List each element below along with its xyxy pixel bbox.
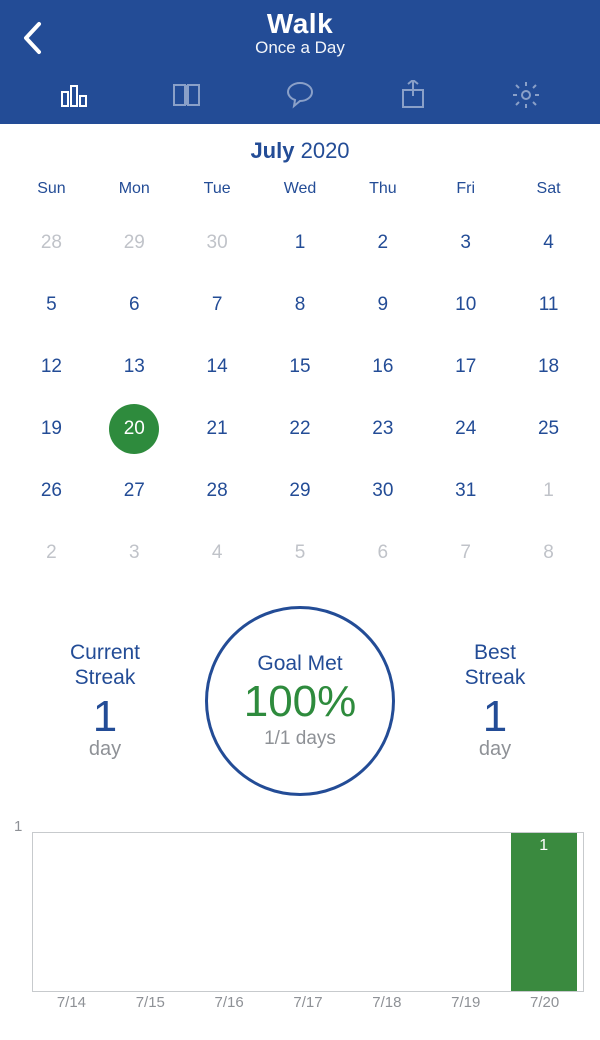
calendar-day[interactable]: 7 xyxy=(176,274,259,336)
speech-bubble-icon xyxy=(284,80,316,110)
calendar-day[interactable]: 7 xyxy=(424,522,507,584)
calendar-day[interactable]: 26 xyxy=(10,460,93,522)
calendar-day[interactable]: 2 xyxy=(341,212,424,274)
calendar-day[interactable]: 10 xyxy=(424,274,507,336)
calendar-day[interactable]: 2 xyxy=(10,522,93,584)
calendar-day[interactable]: 29 xyxy=(93,212,176,274)
best-streak-value: 1 xyxy=(420,692,570,742)
calendar-day[interactable]: 25 xyxy=(507,398,590,460)
calendar-year: 2020 xyxy=(301,138,350,163)
calendar-day[interactable]: 28 xyxy=(176,460,259,522)
chart-x-label: 7/16 xyxy=(190,994,269,1016)
calendar-day[interactable]: 15 xyxy=(259,336,342,398)
goal-met-circle: Goal Met 100% 1/1 days xyxy=(205,606,395,796)
page-subtitle: Once a Day xyxy=(0,38,600,58)
current-streak-label-2: Streak xyxy=(30,666,180,690)
calendar-title: July 2020 xyxy=(10,138,590,164)
calendar-day[interactable]: 31 xyxy=(424,460,507,522)
dow-label: Sat xyxy=(507,174,590,212)
goal-met-label: Goal Met xyxy=(257,652,342,676)
dow-label: Sun xyxy=(10,174,93,212)
calendar-day[interactable]: 23 xyxy=(341,398,424,460)
page-title: Walk xyxy=(0,8,600,40)
book-icon xyxy=(171,81,203,109)
calendar-day[interactable]: 14 xyxy=(176,336,259,398)
chart-x-label: 7/14 xyxy=(32,994,111,1016)
calendar-day[interactable]: 30 xyxy=(341,460,424,522)
calendar-month: July xyxy=(250,138,294,163)
calendar-day[interactable]: 21 xyxy=(176,398,259,460)
dow-label: Mon xyxy=(93,174,176,212)
gear-icon xyxy=(511,80,541,110)
header-top: Walk Once a Day xyxy=(0,0,600,66)
best-streak-label-2: Streak xyxy=(420,666,570,690)
tabbar xyxy=(0,66,600,124)
calendar-day[interactable]: 8 xyxy=(507,522,590,584)
calendar: July 2020 SunMonTueWedThuFriSat 28293012… xyxy=(0,124,600,584)
best-streak-unit: day xyxy=(420,738,570,761)
best-streak-label-1: Best xyxy=(420,641,570,665)
title-block: Walk Once a Day xyxy=(0,8,600,58)
calendar-day[interactable]: 27 xyxy=(93,460,176,522)
calendar-day[interactable]: 1 xyxy=(507,460,590,522)
calendar-day[interactable]: 30 xyxy=(176,212,259,274)
chart-bar: 1 xyxy=(511,833,577,991)
calendar-day[interactable]: 11 xyxy=(507,274,590,336)
bar-chart-icon xyxy=(59,80,89,110)
calendar-day[interactable]: 22 xyxy=(259,398,342,460)
calendar-day[interactable]: 18 xyxy=(507,336,590,398)
chart-x-label: 7/19 xyxy=(426,994,505,1016)
calendar-day[interactable]: 6 xyxy=(93,274,176,336)
calendar-day[interactable]: 5 xyxy=(10,274,93,336)
tab-settings[interactable] xyxy=(508,77,544,113)
tab-comment[interactable] xyxy=(282,77,318,113)
calendar-day[interactable]: 20 xyxy=(93,398,176,460)
dow-label: Fri xyxy=(424,174,507,212)
calendar-day[interactable]: 5 xyxy=(259,522,342,584)
calendar-day[interactable]: 24 xyxy=(424,398,507,460)
chart-bar-value: 1 xyxy=(539,837,548,991)
chart-x-label: 7/17 xyxy=(269,994,348,1016)
chart: 1 1 7/147/157/167/177/187/197/20 xyxy=(0,806,600,1014)
chart-x-label: 7/20 xyxy=(505,994,584,1016)
calendar-day[interactable]: 3 xyxy=(424,212,507,274)
goal-met-days: 1/1 days xyxy=(264,728,336,750)
dow-row: SunMonTueWedThuFriSat xyxy=(10,174,590,212)
chart-x-labels: 7/147/157/167/177/187/197/20 xyxy=(32,994,584,1016)
calendar-day[interactable]: 13 xyxy=(93,336,176,398)
current-streak: Current Streak 1 day xyxy=(30,641,180,760)
header: Walk Once a Day xyxy=(0,0,600,124)
tab-journal[interactable] xyxy=(169,77,205,113)
chart-y-tick: 1 xyxy=(14,818,22,835)
share-icon xyxy=(400,80,426,110)
dow-label: Tue xyxy=(176,174,259,212)
calendar-day[interactable]: 1 xyxy=(259,212,342,274)
calendar-day[interactable]: 4 xyxy=(176,522,259,584)
goal-met-percent: 100% xyxy=(244,677,357,727)
calendar-day[interactable]: 3 xyxy=(93,522,176,584)
stats-row: Current Streak 1 day Goal Met 100% 1/1 d… xyxy=(0,584,600,806)
calendar-day[interactable]: 16 xyxy=(341,336,424,398)
calendar-day[interactable]: 17 xyxy=(424,336,507,398)
chart-x-label: 7/15 xyxy=(111,994,190,1016)
tab-stats[interactable] xyxy=(56,77,92,113)
calendar-day[interactable]: 4 xyxy=(507,212,590,274)
calendar-day[interactable]: 9 xyxy=(341,274,424,336)
chart-plot-area: 1 xyxy=(32,832,584,992)
calendar-day[interactable]: 6 xyxy=(341,522,424,584)
calendar-day[interactable]: 28 xyxy=(10,212,93,274)
calendar-day[interactable]: 19 xyxy=(10,398,93,460)
days-grid: 2829301234567891011121314151617181920212… xyxy=(10,212,590,584)
current-streak-unit: day xyxy=(30,738,180,761)
dow-label: Thu xyxy=(341,174,424,212)
calendar-day[interactable]: 29 xyxy=(259,460,342,522)
calendar-day[interactable]: 12 xyxy=(10,336,93,398)
best-streak: Best Streak 1 day xyxy=(420,641,570,760)
tab-share[interactable] xyxy=(395,77,431,113)
dow-label: Wed xyxy=(259,174,342,212)
calendar-day[interactable]: 8 xyxy=(259,274,342,336)
current-streak-label-1: Current xyxy=(30,641,180,665)
current-streak-value: 1 xyxy=(30,692,180,742)
chart-x-label: 7/18 xyxy=(347,994,426,1016)
